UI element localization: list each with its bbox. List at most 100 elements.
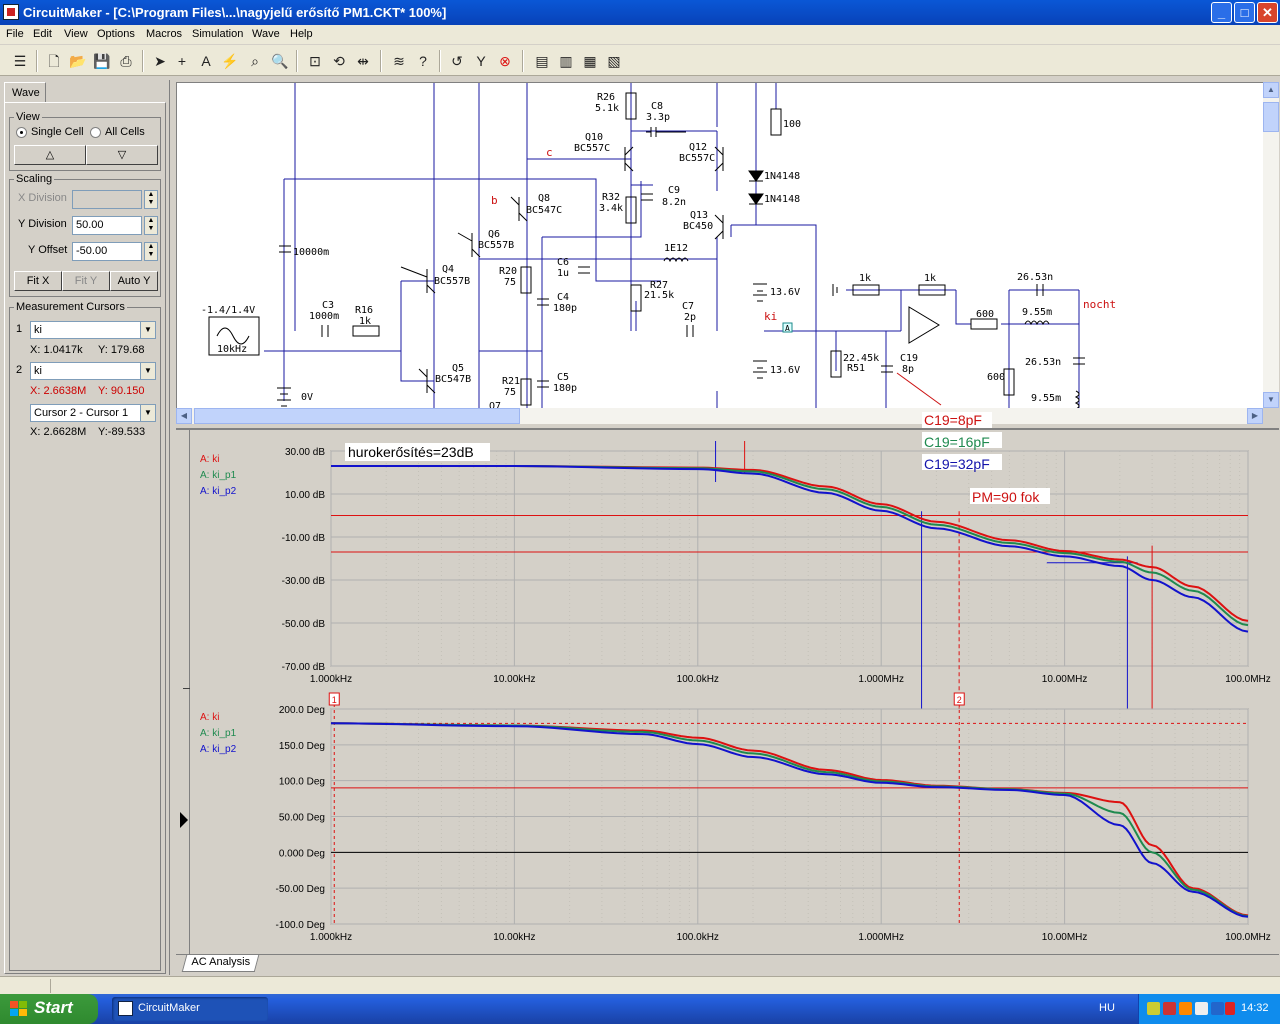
taskbar-item-circuitmaker[interactable]: CircuitMaker <box>112 997 268 1021</box>
wand-tool-icon[interactable]: ⌕ <box>245 51 265 71</box>
label-l955b: 9.55m <box>1031 393 1061 404</box>
label-node-ki: ki <box>764 310 777 323</box>
down-button[interactable]: ▽ <box>86 145 158 165</box>
scroll-right-icon[interactable]: ▶ <box>1247 408 1263 424</box>
security-icon[interactable] <box>1163 1002 1176 1015</box>
volume-icon[interactable] <box>1195 1002 1208 1015</box>
new-file-icon[interactable]: 🗋 <box>44 51 64 71</box>
label-r21-value: 75 <box>504 387 516 398</box>
save-icon[interactable]: 💾 <box>92 51 112 71</box>
stop-icon[interactable]: ⊗ <box>495 51 515 71</box>
label-v136b: 13.6V <box>770 365 800 376</box>
label-q5-type: BC547B <box>435 374 471 385</box>
x-division-spinner: ▲ ▼ <box>144 190 158 209</box>
waveform-4-icon[interactable]: ▧ <box>604 51 624 71</box>
status-bar <box>0 976 1280 994</box>
open-folder-icon[interactable]: 📂 <box>68 51 88 71</box>
maximize-button[interactable]: □ <box>1234 2 1255 23</box>
fit-y-button: Fit Y <box>62 271 110 291</box>
print-icon[interactable]: ⎙ <box>116 51 136 71</box>
label-c8: C8 <box>651 101 663 112</box>
label-r1k-a: 1k <box>859 273 871 284</box>
cursor-2-select[interactable]: ki ▼ <box>30 362 156 380</box>
horizontal-scrollbar[interactable]: ◀ ▶ <box>176 408 1263 424</box>
label-l955a: 9.55m <box>1022 307 1052 318</box>
shield-icon[interactable] <box>1225 1002 1235 1015</box>
scroll-thumb-h[interactable] <box>194 408 520 424</box>
waveform-1-icon[interactable]: ▤ <box>532 51 552 71</box>
y-division-spinner[interactable]: ▲ ▼ <box>144 216 158 235</box>
label-q10-type: BC557C <box>574 143 610 154</box>
text-tool-icon[interactable]: A <box>196 51 216 71</box>
fit-x-button[interactable]: Fit X <box>14 271 62 291</box>
rotate-icon[interactable]: ⟲ <box>329 51 349 71</box>
label-r21: R21 <box>502 376 520 387</box>
label-d2: 1N4148 <box>764 194 800 205</box>
probe-marker: A <box>785 324 790 333</box>
zoom-icon[interactable]: 🔍 <box>270 51 290 71</box>
label-r51: R51 <box>847 363 865 374</box>
mirror-icon[interactable]: ⇹ <box>353 51 373 71</box>
label-r26: R26 <box>597 92 615 103</box>
scroll-down-icon[interactable]: ▼ <box>1263 392 1279 408</box>
cursor-1-select[interactable]: ki ▼ <box>30 321 156 339</box>
label-c5-value: 180p <box>553 383 577 394</box>
menu-simulation[interactable]: Simulation <box>192 28 243 40</box>
scroll-left-icon[interactable]: ◀ <box>176 408 192 424</box>
menu-options[interactable]: Options <box>97 28 135 40</box>
toolbar: ☰ 🗋 📂 💾 ⎙ ➤ + A ⚡ ⌕ 🔍 ⊡ ⟲ ⇹ ≋ ? ↺ Y ⊗ ▤ … <box>0 45 1280 76</box>
schematic-canvas[interactable]: R26 5.1k C8 3.3p Q10 BC557C Q12 BC557C 1… <box>176 82 1263 408</box>
language-indicator[interactable]: HU <box>1099 1002 1115 1014</box>
wave-area <box>176 428 1279 956</box>
menu-edit[interactable]: Edit <box>33 28 52 40</box>
probe-icon[interactable]: Y <box>471 51 491 71</box>
label-c2653a: 26.53n <box>1017 272 1053 283</box>
waveform-2-icon[interactable]: ▥ <box>556 51 576 71</box>
app-icon <box>3 4 19 20</box>
toggle-panel-icon[interactable]: ☰ <box>10 51 30 71</box>
label-d1: 1N4148 <box>764 171 800 182</box>
start-button[interactable]: Start <box>0 994 98 1024</box>
cursor-2-x: X: 2.6638M <box>30 385 87 397</box>
auto-y-button[interactable]: Auto Y <box>110 271 158 291</box>
chevron-down-icon: ▼ <box>140 322 155 338</box>
label-nocht: nocht <box>1083 298 1116 311</box>
scroll-up-icon[interactable]: ▲ <box>1263 82 1279 98</box>
waveform-3-icon[interactable]: ▦ <box>580 51 600 71</box>
menu-macros[interactable]: Macros <box>146 28 182 40</box>
up-button[interactable]: △ <box>14 145 86 165</box>
vertical-scrollbar[interactable]: ▲ ▼ <box>1263 82 1279 408</box>
reset-icon[interactable]: ↺ <box>447 51 467 71</box>
menu-file[interactable]: File <box>6 28 24 40</box>
label-r600a: 600 <box>976 309 994 320</box>
probe-tool-icon[interactable]: ⚡ <box>220 51 240 71</box>
schematic-drawing: R26 5.1k C8 3.3p Q10 BC557C Q12 BC557C 1… <box>201 83 1116 408</box>
system-tray: 14:32 <box>1138 994 1280 1024</box>
tab-ac-analysis[interactable]: AC Analysis <box>181 955 259 972</box>
menu-bar: File Edit View Options Macros Simulation… <box>0 25 1280 44</box>
trace-icon[interactable]: ≋ <box>389 51 409 71</box>
single-cell-radio[interactable] <box>16 127 27 138</box>
antivirus-icon[interactable] <box>1179 1002 1192 1015</box>
minimize-button[interactable]: _ <box>1211 2 1232 23</box>
taskbar: Start CircuitMaker HU 14:32 <box>0 994 1280 1024</box>
close-button[interactable]: ✕ <box>1257 2 1278 23</box>
label-c2653b: 26.53n <box>1025 357 1061 368</box>
wire-tool-icon[interactable]: + <box>172 51 192 71</box>
all-cells-radio[interactable] <box>90 127 101 138</box>
menu-help[interactable]: Help <box>290 28 313 40</box>
bluetooth-icon[interactable] <box>1211 1002 1224 1015</box>
y-division-field[interactable]: 50.00 <box>72 216 142 235</box>
menu-view[interactable]: View <box>64 28 88 40</box>
y-offset-field[interactable]: -50.00 <box>72 242 142 261</box>
menu-wave[interactable]: Wave <box>252 28 280 40</box>
y-offset-spinner[interactable]: ▲ ▼ <box>144 242 158 261</box>
scroll-thumb[interactable] <box>1263 102 1279 132</box>
zoom-fit-icon[interactable]: ⊡ <box>305 51 325 71</box>
tab-wave[interactable]: Wave <box>4 82 46 102</box>
arrow-tool-icon[interactable]: ➤ <box>150 51 170 71</box>
label-q4: Q4 <box>442 264 454 275</box>
cursor-diff-select[interactable]: Cursor 2 - Cursor 1 ▼ <box>30 404 156 422</box>
network-icon[interactable] <box>1147 1002 1160 1015</box>
help-icon[interactable]: ? <box>413 51 433 71</box>
